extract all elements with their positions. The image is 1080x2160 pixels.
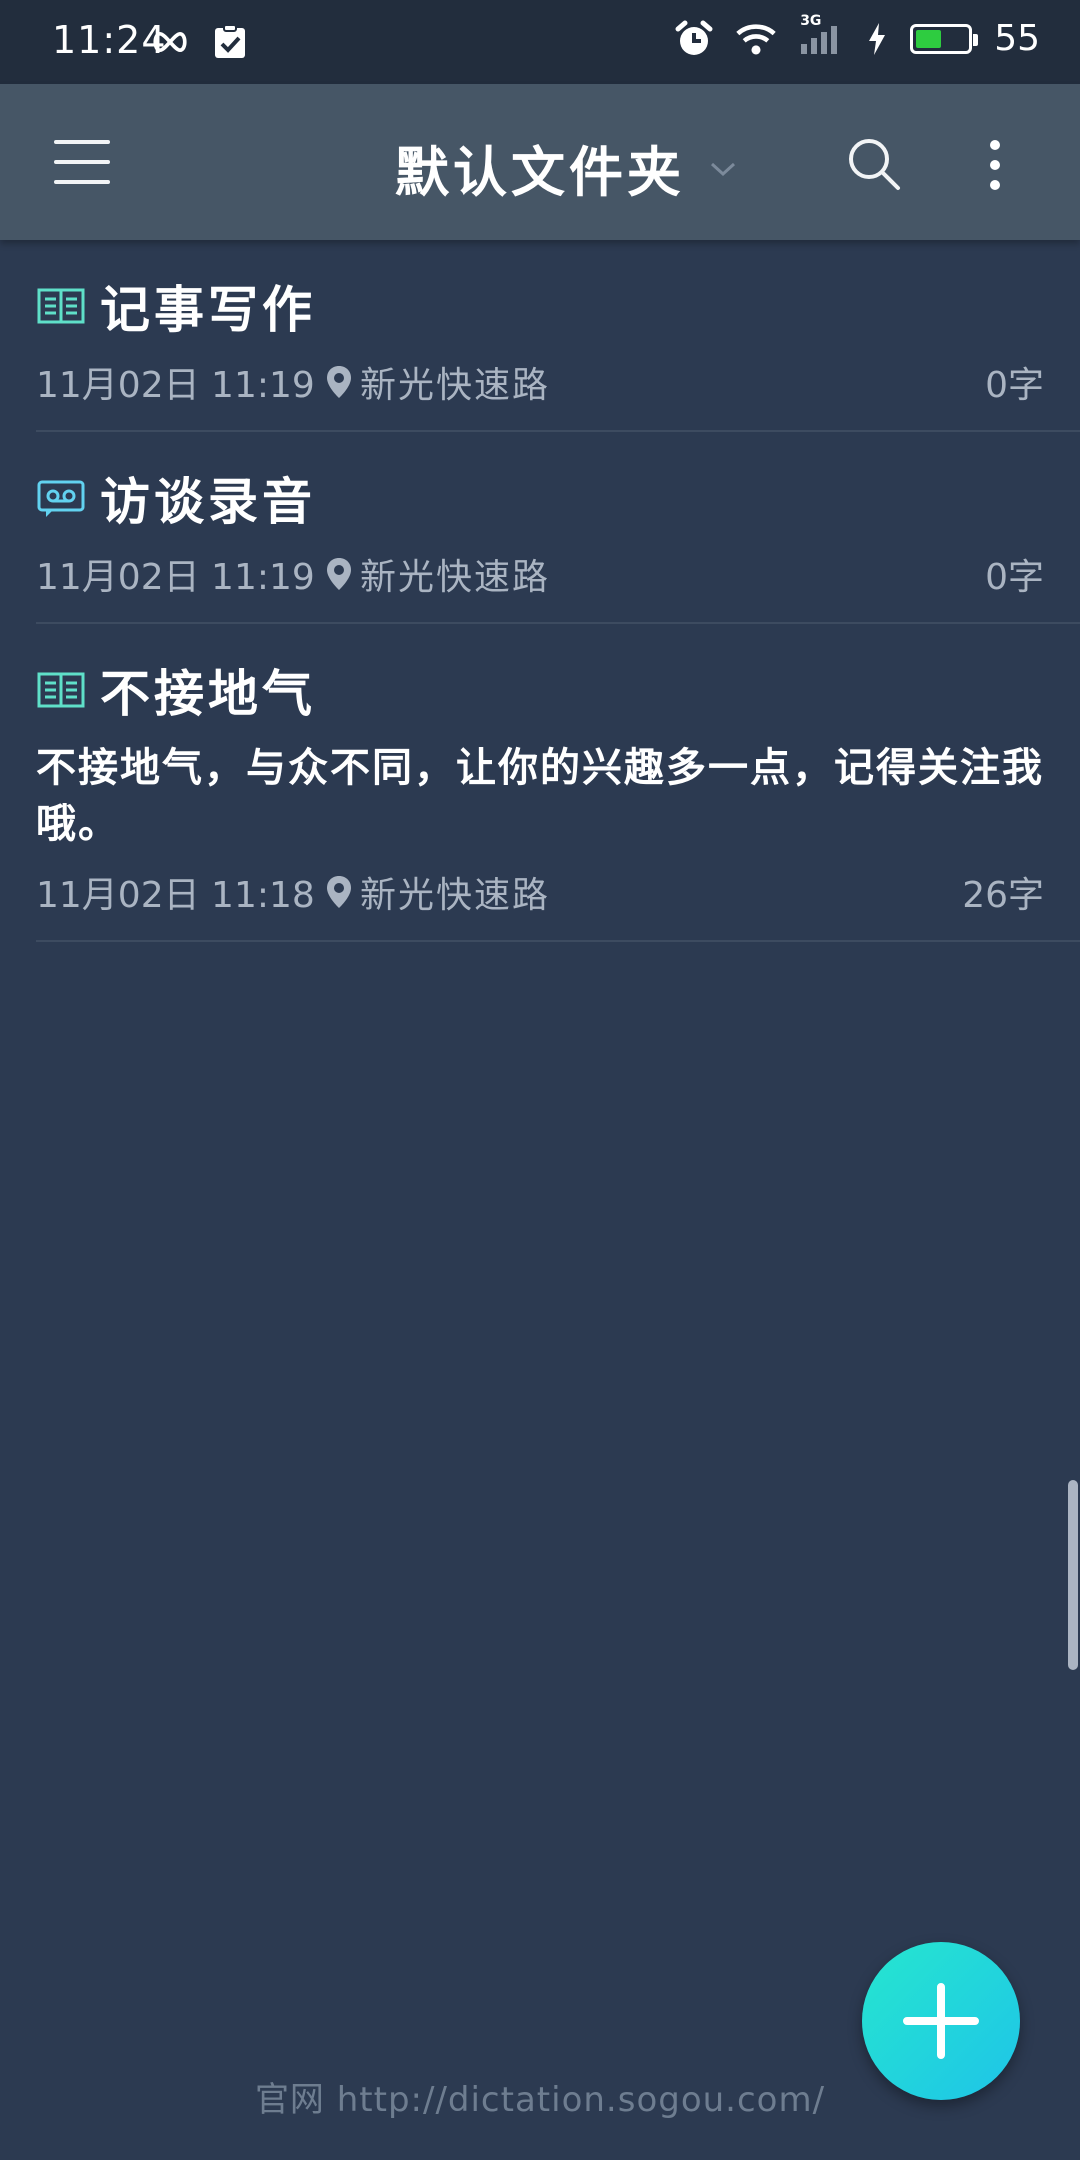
note-title: 不接地气 [100,665,316,723]
plus-icon [903,1983,979,2059]
alarm-icon [674,19,714,59]
note-title: 访谈录音 [100,473,316,531]
book-icon [37,672,85,708]
folder-title[interactable]: 默认文件夹 [0,128,1080,207]
note-location: 新光快速路 [360,557,551,598]
location-pin-icon [327,366,351,398]
note-date: 11月02日 11:19 [36,365,315,406]
more-options-icon[interactable] [980,134,1010,198]
cellular-signal-icon: 3G [798,13,844,59]
battery-percent: 55 [994,18,1040,59]
note-excerpt: 不接地气，与众不同，让你的兴趣多一点，记得关注我哦。 [36,745,1044,847]
app-toolbar: 默认文件夹 [0,84,1080,240]
infinity-icon [150,22,190,62]
note-item[interactable]: 记事写作 11月02日 11:19 新光快速路 0字 [36,240,1080,432]
location-pin-icon [327,876,351,908]
note-word-count: 26字 [962,875,1044,916]
note-word-count: 0字 [985,365,1044,406]
note-location: 新光快速路 [360,365,551,406]
note-title: 记事写作 [100,281,316,339]
note-item[interactable]: 访谈录音 11月02日 11:19 新光快速路 0字 [36,432,1080,624]
add-note-button[interactable] [862,1942,1020,2100]
note-item[interactable]: 不接地气 不接地气，与众不同，让你的兴趣多一点，记得关注我哦。 11月02日 1… [36,624,1080,942]
voicemail-icon [37,480,85,517]
search-icon[interactable] [846,136,902,192]
battery-icon [910,23,979,54]
location-pin-icon [327,558,351,590]
note-word-count: 0字 [985,557,1044,598]
note-list: 记事写作 11月02日 11:19 新光快速路 0字 访谈录音 11月02日 1… [0,240,1080,942]
scroll-indicator[interactable] [1068,1480,1078,1670]
charging-bolt-icon [866,19,888,59]
wifi-icon [736,19,776,59]
note-location: 新光快速路 [360,875,551,916]
chevron-down-icon[interactable] [708,154,738,184]
clipboard-check-icon [210,22,250,62]
book-icon [37,288,85,324]
network-type-label: 3G [800,12,822,29]
note-date: 11月02日 11:18 [36,875,315,916]
status-bar: 11:24 3G 55 [0,0,1080,84]
note-date: 11月02日 11:19 [36,557,315,598]
